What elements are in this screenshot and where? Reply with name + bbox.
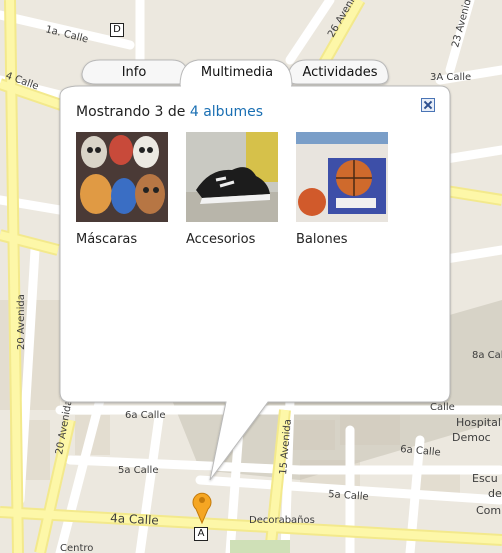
street-label: 5a Calle	[118, 465, 159, 476]
street-label: 6a Calle	[125, 410, 166, 421]
marker-a[interactable]: A	[194, 527, 208, 541]
basketball-photo[interactable]	[296, 132, 388, 222]
masks-photo[interactable]	[76, 132, 168, 222]
summary-text: Mostrando 3 de	[76, 104, 190, 120]
shoe-photo[interactable]	[186, 132, 278, 222]
album-label: Máscaras	[76, 232, 138, 247]
albums-link[interactable]: 4 albumes	[190, 104, 263, 120]
album-item-accesorios[interactable]: Accesorios	[186, 132, 278, 247]
info-window-content: Mostrando 3 de 4 albumes Máscaras Acceso…	[76, 104, 426, 247]
album-item-mascaras[interactable]: Máscaras	[76, 132, 168, 247]
poi-label: Centro	[60, 543, 93, 553]
poi-label: Escu	[472, 472, 498, 485]
album-summary: Mostrando 3 de 4 albumes	[76, 104, 426, 120]
street-label: 8a Calle	[472, 350, 502, 361]
poi-label: Com	[476, 504, 501, 517]
poi-label: de	[488, 487, 502, 500]
poi-label: Decorabaños	[249, 515, 315, 526]
tab-actividades[interactable]: Actividades	[292, 62, 388, 84]
album-label: Balones	[296, 232, 348, 247]
album-label: Accesorios	[186, 232, 256, 247]
tab-multimedia[interactable]: Multimedia	[186, 62, 288, 84]
street-label: 20 Avenida	[16, 294, 27, 350]
street-label: Calle	[430, 402, 455, 413]
street-label: 4a Calle	[110, 511, 159, 528]
tab-info[interactable]: Info	[96, 62, 172, 84]
album-item-balones[interactable]: Balones	[296, 132, 388, 247]
poi-label: Hospital	[456, 416, 501, 429]
street-label: 3A Calle	[430, 72, 471, 83]
marker-d[interactable]: D	[110, 23, 124, 37]
album-grid: Máscaras Accesorios Balones	[76, 132, 436, 252]
poi-label: Democ	[452, 431, 491, 444]
